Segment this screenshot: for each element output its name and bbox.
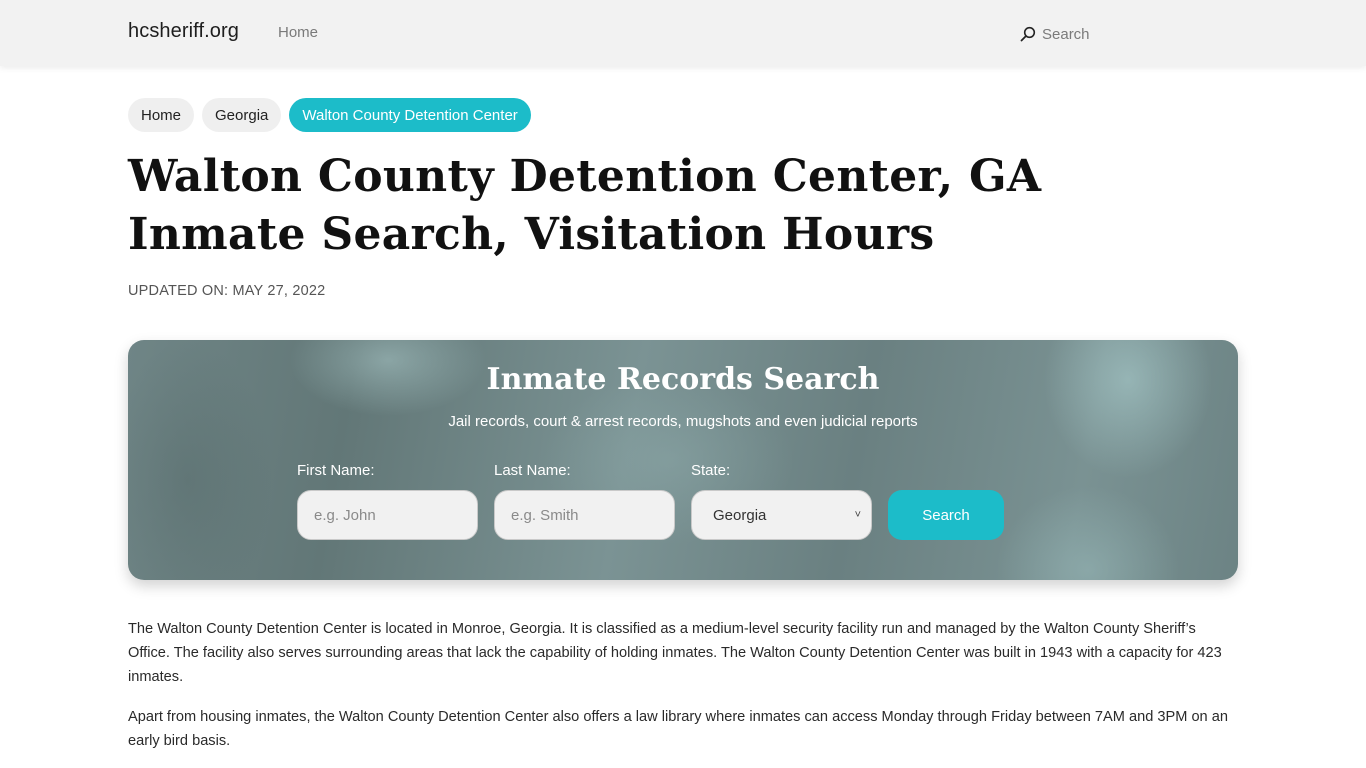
search-panel-title: Inmate Records Search xyxy=(486,362,880,397)
inmate-search-panel: Inmate Records Search Jail records, cour… xyxy=(128,340,1238,580)
nav-home-link[interactable]: Home xyxy=(278,24,318,41)
law-library-paragraph: Apart from housing inmates, the Walton C… xyxy=(128,709,1228,749)
updated-date: UPDATED ON: MAY 27, 2022 xyxy=(128,283,326,299)
state-select[interactable]: Georgia ˅ xyxy=(691,490,872,540)
header-search-link[interactable]: Search xyxy=(1020,22,1090,46)
breadcrumb: Home Georgia Walton County Detention Cen… xyxy=(128,98,531,132)
top-navbar: hcsheriff.org Home Search xyxy=(0,0,1366,66)
breadcrumb-home[interactable]: Home xyxy=(128,98,195,132)
site-logo-link[interactable]: hcsheriff.org xyxy=(128,20,239,43)
first-name-label: First Name: xyxy=(297,462,375,479)
first-name-input[interactable] xyxy=(297,490,478,540)
chevron-down-icon: ˅ xyxy=(854,509,861,521)
last-name-input[interactable] xyxy=(494,490,675,540)
search-icon xyxy=(1020,26,1036,42)
state-select-value: Georgia xyxy=(713,506,767,524)
breadcrumb-current[interactable]: Walton County Detention Center xyxy=(289,98,531,132)
last-name-label: Last Name: xyxy=(494,462,571,479)
state-label: State: xyxy=(691,462,731,479)
search-button[interactable]: Search xyxy=(888,490,1004,540)
page-title: Walton County Detention Center, GA Inmat… xyxy=(128,151,1042,260)
search-panel-subtitle: Jail records, court & arrest records, mu… xyxy=(448,413,918,430)
intro-paragraph: The Walton County Detention Center is lo… xyxy=(128,621,1222,685)
header-search-label: Search xyxy=(1042,25,1090,43)
breadcrumb-georgia[interactable]: Georgia xyxy=(202,98,282,132)
